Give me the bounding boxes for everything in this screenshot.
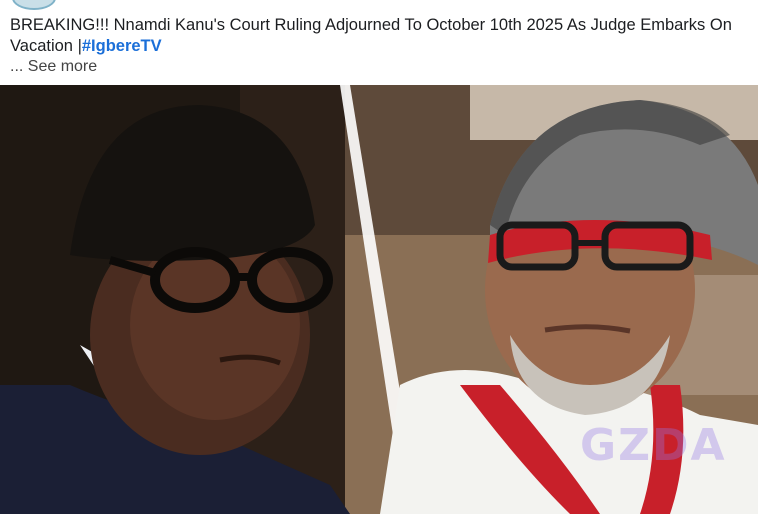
post-image[interactable]: GZDA [0,85,758,514]
hashtag-link[interactable]: #IgbereTV [82,37,162,55]
page-avatar[interactable] [12,0,56,10]
see-more-link[interactable]: ... See more [10,58,97,76]
post-caption: BREAKING!!! Nnamdi Kanu's Court Ruling A… [10,15,750,57]
watermark-text: GZDA [580,420,727,471]
